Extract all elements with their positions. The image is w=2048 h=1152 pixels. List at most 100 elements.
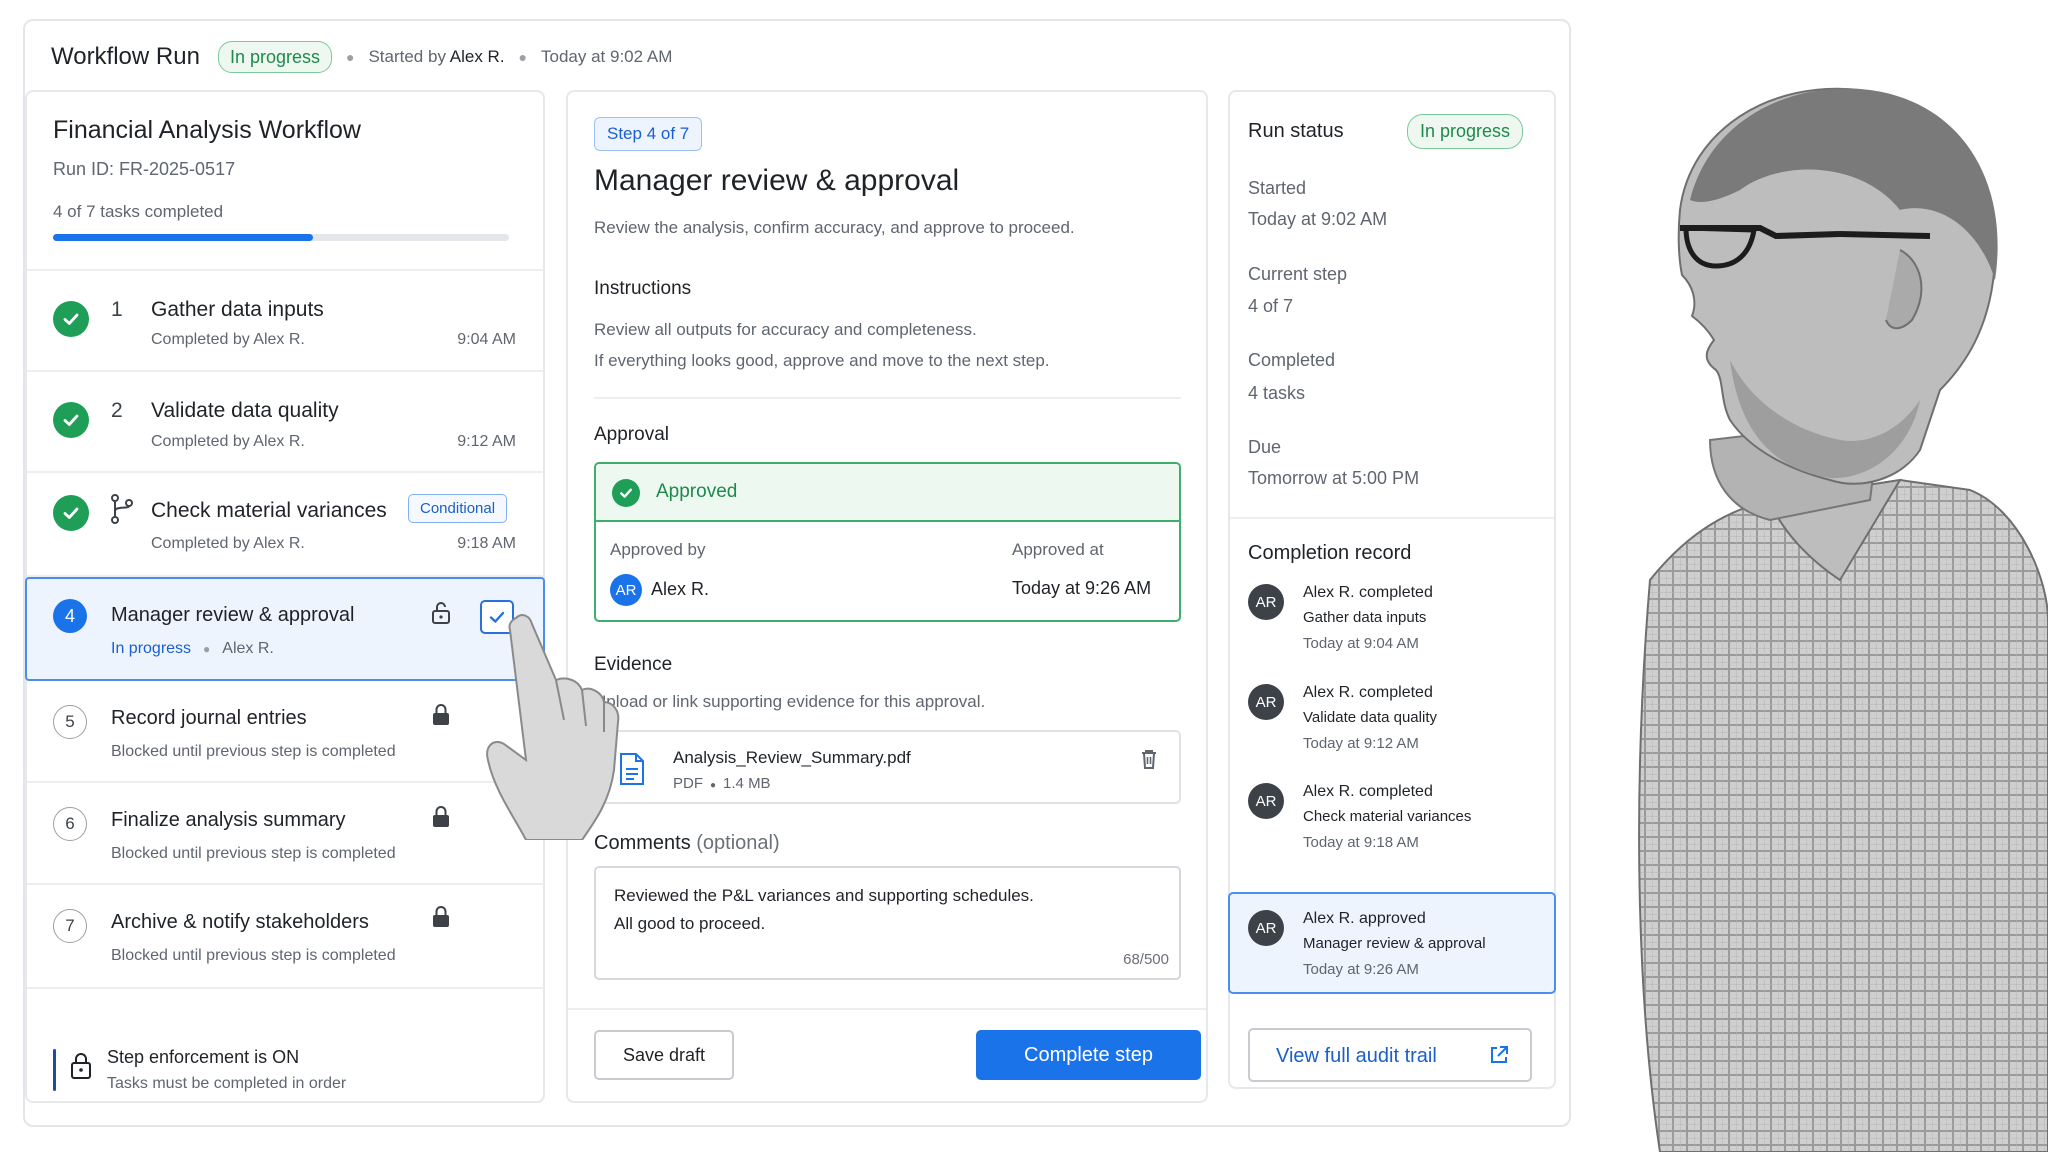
record-action: completed [1359,783,1433,800]
record-actor: Alex R. approved [1303,910,1426,928]
step-item-7[interactable]: 7 Archive & notify stakeholders Blocked … [27,885,543,989]
lock-icon [431,905,451,934]
step-item-2[interactable]: 2 Validate data quality Completed by Ale… [27,372,543,473]
record-time: Today at 9:26 AM [1303,961,1419,978]
avatar: AR [1248,910,1284,946]
step-detail-description: Review the analysis, confirm accuracy, a… [594,218,1075,237]
step-item-3[interactable]: Check material variances Conditional Com… [27,473,543,577]
record-task: Validate data quality [1303,709,1437,726]
step-item-1[interactable]: 1 Gather data inputs Completed by Alex R… [27,271,543,372]
person-photo [1638,87,2048,1152]
step-enforcement-notice: Step enforcement is ON Tasks must be com… [27,1017,543,1103]
started-by-name: Alex R. [449,47,505,66]
run-status-badge: In progress [217,41,332,73]
instruction-line: Review all outputs for accuracy and comp… [594,320,977,339]
trash-icon[interactable] [1139,748,1159,775]
run-status-badge: In progress [1407,114,1524,149]
progress-label: 4 of 7 tasks completed [53,202,224,221]
separator-dot: ● [518,49,528,65]
separator-dot: ● [710,780,717,791]
record-action: completed [1359,684,1433,701]
run-status-panel: Run status In progress Started Today at … [1228,90,1556,1089]
step-time: 9:18 AM [457,535,516,552]
separator-dot: ● [345,49,355,65]
record-time: Today at 9:18 AM [1303,834,1419,851]
step-item-5[interactable]: 5 Record journal entries Blocked until p… [27,681,543,783]
comment-text-line: Reviewed the P&L variances and supportin… [614,886,1034,905]
workflow-title: Financial Analysis Workflow [53,116,361,144]
record-time: Today at 9:04 AM [1303,635,1419,652]
step-number-badge: 6 [53,807,87,841]
file-name: Analysis_Review_Summary.pdf [673,748,911,767]
workflow-summary: Financial Analysis Workflow Run ID: FR-2… [27,92,543,271]
pointing-hand-illustration [486,614,620,840]
step-title: Gather data inputs [151,298,324,321]
step-completed-by: Completed by Alex R. [151,331,305,348]
step-time: 9:04 AM [457,331,516,348]
save-draft-button[interactable]: Save draft [594,1030,734,1080]
started-by-prefix: Started by [368,47,446,66]
view-audit-trail-button[interactable]: View full audit trail [1248,1028,1532,1082]
step-title: Manager review & approval [111,604,355,626]
completion-record-item: AR Alex R. approved Manager review & app… [1248,910,1538,990]
file-meta: PDF ● 1.4 MB [673,775,771,792]
record-actor-name: Alex R. [1303,684,1355,701]
step-status: In progress [111,640,192,657]
record-task: Manager review & approval [1303,935,1486,952]
record-actor: Alex R. completed [1303,783,1433,801]
file-size: 1.4 MB [723,775,771,792]
started-time: Today at 9:02 AM [541,47,673,66]
current-step-value: 4 of 7 [1248,296,1294,316]
started-label: Started [1248,178,1307,198]
separator-dot: ● [203,642,211,656]
evidence-file[interactable]: Analysis_Review_Summary.pdf PDF ● 1.4 MB [594,730,1181,804]
complete-step-button[interactable]: Complete step [976,1030,1201,1080]
step-status-line: In progress ● Alex R. [111,640,274,658]
record-task: Check material variances [1303,808,1472,825]
page-title: Workflow Run [51,43,200,70]
step-number-badge: 7 [53,909,87,943]
approved-check-icon [612,479,640,507]
step-title: Record journal entries [111,707,307,729]
lock-icon [431,703,451,732]
completion-record-item: AR Alex R. completed Validate data quali… [1248,684,1538,764]
step-assignee: Alex R. [222,640,274,657]
unlock-icon [431,601,451,630]
record-actor: Alex R. completed [1303,584,1433,602]
started-by-label: Started by Alex R. [368,47,504,67]
avatar: AR [1248,684,1284,720]
step-title: Archive & notify stakeholders [111,911,369,933]
step-item-4-active[interactable]: 4 Manager review & approval In progress ●… [25,577,545,681]
completion-record-title: Completion record [1248,542,1412,564]
step-blocked-note: Blocked until previous step is completed [111,947,396,964]
run-id: Run ID: FR-2025-0517 [53,159,236,179]
divider [1230,517,1554,519]
step-title: Validate data quality [151,399,339,422]
workflow-run-window: Workflow Run In progress ● Started by Al… [23,19,1571,1127]
step-blocked-note: Blocked until previous step is completed [111,845,396,862]
record-actor-name: Alex R. [1303,783,1355,800]
current-step-label: Current step [1248,264,1348,284]
progress-bar [53,234,509,241]
completion-record-item: AR Alex R. completed Check material vari… [1248,783,1538,863]
completed-value: 4 tasks [1248,383,1306,403]
branch-icon [109,493,135,530]
due-value: Tomorrow at 5:00 PM [1248,468,1420,488]
avatar: AR [1248,783,1284,819]
step-number-badge: 5 [53,705,87,739]
step-detail-title: Manager review & approval [594,164,960,197]
step-item-6[interactable]: 6 Finalize analysis summary Blocked unti… [27,783,543,885]
step-number-badge: 4 [53,599,87,633]
step-number: 2 [111,399,123,422]
due-label: Due [1248,437,1282,457]
approved-at-value: Today at 9:26 AM [1012,578,1152,598]
record-actor-name: Alex R. [1303,910,1355,927]
notice-accent-bar [53,1049,56,1091]
completed-check-icon [53,402,89,438]
comments-textarea[interactable]: Reviewed the P&L variances and supportin… [594,866,1181,980]
approved-by-label: Approved by [610,540,706,559]
lock-icon [69,1051,93,1086]
character-count: 68/500 [1123,951,1169,968]
record-action: approved [1359,910,1426,927]
comment-text-line: All good to proceed. [614,914,766,933]
